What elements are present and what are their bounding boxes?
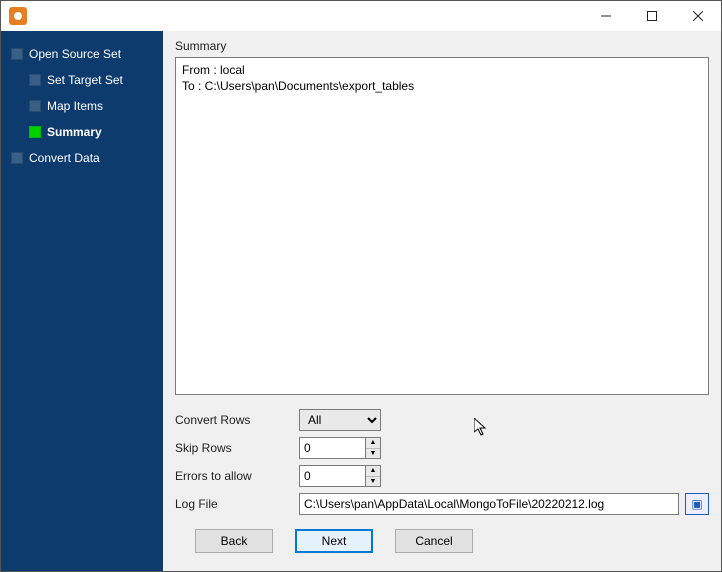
log-file-input[interactable]: [299, 493, 679, 515]
minimize-icon: [601, 11, 611, 21]
wizard-buttons: Back Next Cancel: [175, 515, 709, 559]
wizard-steps: Open Source Set Set Target Set Map Items Su…: [1, 31, 163, 571]
section-title: Summary: [175, 39, 709, 53]
errors-input[interactable]: [299, 465, 365, 487]
minimize-button[interactable]: [583, 1, 629, 31]
skip-rows-up[interactable]: ▲: [366, 438, 380, 449]
step-bullet-icon: [29, 100, 41, 112]
skip-rows-label: Skip Rows: [175, 441, 299, 455]
errors-label: Errors to allow: [175, 469, 299, 483]
titlebar: [1, 1, 721, 31]
back-button[interactable]: Back: [195, 529, 273, 553]
wizard-step-2[interactable]: Map Items: [29, 93, 163, 119]
step-label: Open Source Set: [29, 47, 121, 61]
step-label: Map Items: [47, 99, 103, 113]
step-label: Set Target Set: [47, 73, 123, 87]
app-icon: [9, 7, 27, 25]
maximize-icon: [647, 11, 657, 21]
convert-rows-label: Convert Rows: [175, 413, 299, 427]
step-bullet-icon: [29, 126, 41, 138]
step-label: Summary: [47, 125, 102, 139]
close-icon: [693, 11, 703, 21]
summary-textarea[interactable]: From : local To : C:\Users\pan\Documents…: [175, 57, 709, 395]
skip-rows-down[interactable]: ▼: [366, 449, 380, 459]
next-button[interactable]: Next: [295, 529, 373, 553]
errors-up[interactable]: ▲: [366, 466, 380, 477]
step-label: Convert Data: [29, 151, 100, 165]
close-button[interactable]: [675, 1, 721, 31]
skip-rows-input[interactable]: [299, 437, 365, 459]
step-bullet-icon: [11, 152, 23, 164]
errors-down[interactable]: ▼: [366, 477, 380, 487]
wizard-step-0[interactable]: Open Source Set: [11, 41, 163, 67]
wizard-step-4[interactable]: Convert Data: [11, 145, 163, 171]
wizard-step-1[interactable]: Set Target Set: [29, 67, 163, 93]
wizard-step-3[interactable]: Summary: [29, 119, 163, 145]
step-bullet-icon: [29, 74, 41, 86]
step-bullet-icon: [11, 48, 23, 60]
main-panel: Summary From : local To : C:\Users\pan\D…: [163, 31, 721, 571]
log-file-browse-button[interactable]: ▣: [685, 493, 709, 515]
maximize-button[interactable]: [629, 1, 675, 31]
cancel-button[interactable]: Cancel: [395, 529, 473, 553]
log-file-label: Log File: [175, 497, 299, 511]
browse-icon: ▣: [691, 497, 702, 511]
convert-rows-select[interactable]: All: [299, 409, 381, 431]
options-form: Convert Rows All Skip Rows ▲ ▼ Errors to…: [175, 409, 709, 515]
